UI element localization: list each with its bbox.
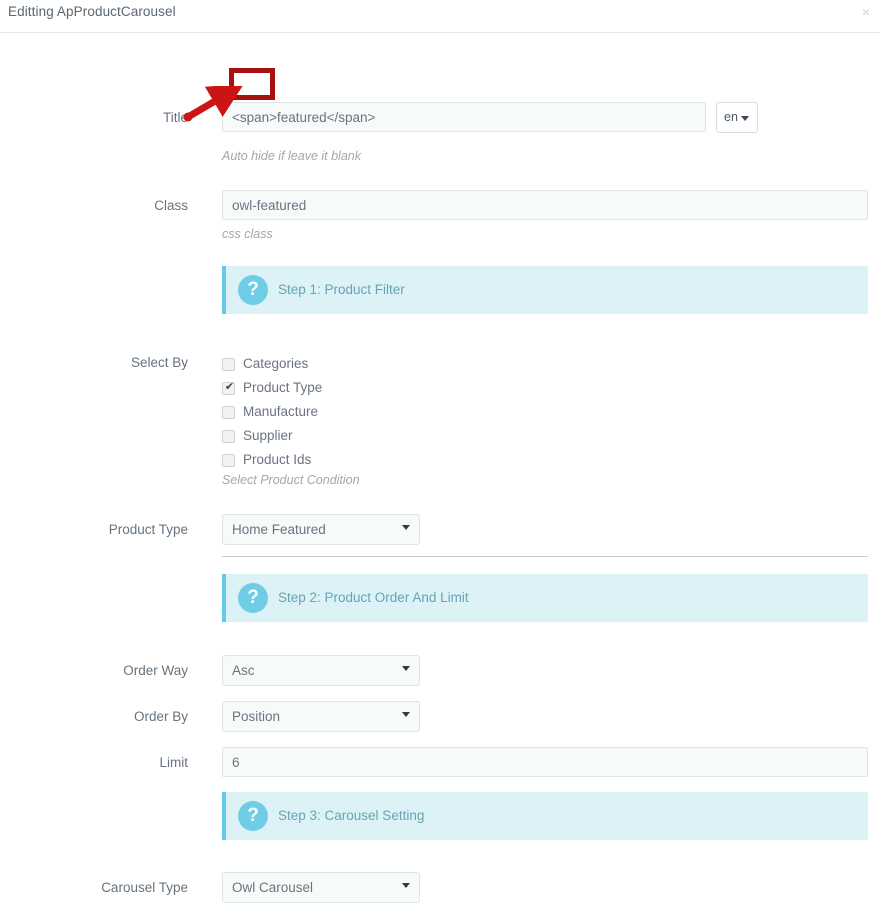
question-mark-glyph: ? <box>247 279 259 300</box>
question-mark-glyph: ? <box>247 805 259 826</box>
step2-banner: ? Step 2: Product Order And Limit <box>222 574 868 622</box>
checkbox-product-type-box[interactable] <box>222 380 236 395</box>
checkbox-manufacture-box[interactable] <box>222 406 235 419</box>
checkbox-categories-label[interactable]: Categories <box>243 356 308 371</box>
order-way-select[interactable]: Asc <box>222 655 420 686</box>
step2-text: Step 2: Product Order And Limit <box>278 590 469 605</box>
question-mark-glyph: ? <box>247 587 259 608</box>
question-mark-icon: ? <box>238 583 268 613</box>
carousel-type-label: Carousel Type <box>101 880 188 895</box>
order-by-select-wrap: Position <box>222 701 420 732</box>
title-label: Title <box>162 110 188 125</box>
checkbox-product-type-label[interactable]: Product Type <box>243 380 322 395</box>
carousel-type-select-wrap: Owl Carousel <box>222 872 420 903</box>
class-input[interactable] <box>222 190 868 220</box>
annotation-highlight-box <box>229 68 275 100</box>
checkbox-manufacture-label[interactable]: Manufacture <box>243 404 318 419</box>
chevron-down-icon <box>741 116 749 121</box>
checkbox-supplier-box[interactable] <box>222 430 235 443</box>
select-by-label: Select By <box>130 355 188 370</box>
product-type-select-wrap: Home Featured <box>222 514 420 545</box>
page-title: Editting ApProductCarousel <box>8 4 176 19</box>
select-by-help-text: Select Product Condition <box>222 473 360 487</box>
class-help-text: css class <box>222 227 273 241</box>
language-dropdown-button[interactable]: en <box>716 102 758 133</box>
title-help-text: Auto hide if leave it blank <box>222 149 361 163</box>
product-type-select[interactable]: Home Featured <box>222 514 420 545</box>
carousel-type-select[interactable]: Owl Carousel <box>222 872 420 903</box>
order-way-label: Order Way <box>123 663 188 678</box>
limit-label: Limit <box>159 755 188 770</box>
modal-header: Editting ApProductCarousel × <box>0 0 880 33</box>
language-code: en <box>724 110 738 124</box>
checkbox-categories-box[interactable] <box>222 358 235 371</box>
question-mark-icon: ? <box>238 801 268 831</box>
step3-banner: ? Step 3: Carousel Setting <box>222 792 868 840</box>
step3-text: Step 3: Carousel Setting <box>278 808 425 823</box>
question-mark-icon: ? <box>238 275 268 305</box>
product-type-label: Product Type <box>108 522 188 537</box>
section-divider-1 <box>222 556 868 557</box>
title-input[interactable] <box>222 102 706 132</box>
order-way-select-wrap: Asc <box>222 655 420 686</box>
step1-banner: ? Step 1: Product Filter <box>222 266 868 314</box>
checkbox-product-ids-label[interactable]: Product Ids <box>243 452 311 467</box>
class-label: Class <box>154 198 188 213</box>
limit-input[interactable] <box>222 747 868 777</box>
checkbox-supplier-label[interactable]: Supplier <box>243 428 293 443</box>
close-icon[interactable]: × <box>862 5 870 19</box>
step1-text: Step 1: Product Filter <box>278 282 405 297</box>
checkbox-product-ids-box[interactable] <box>222 454 235 467</box>
order-by-select[interactable]: Position <box>222 701 420 732</box>
order-by-label: Order By <box>133 709 188 724</box>
